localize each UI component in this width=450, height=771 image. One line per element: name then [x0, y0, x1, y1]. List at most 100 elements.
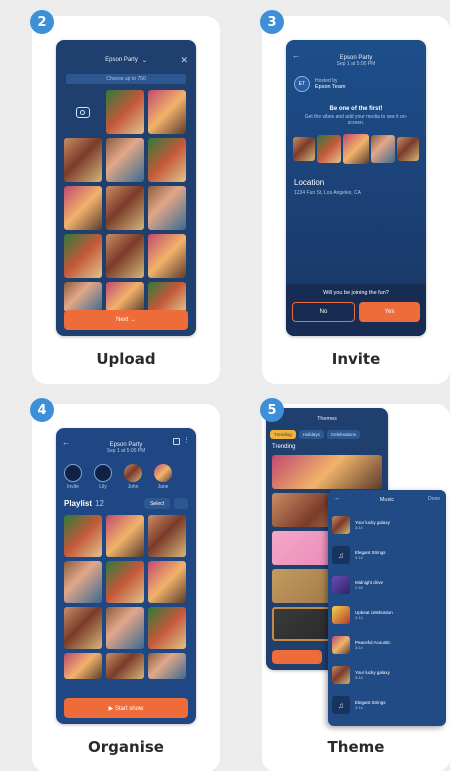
tab-celebrations[interactable]: Celebrations: [326, 430, 361, 439]
location-value: 1234 Fun St, Los Angeles, CA: [294, 190, 361, 196]
playlist-item[interactable]: [64, 653, 102, 679]
no-button[interactable]: No: [292, 302, 355, 322]
upload-card: 2 Epson Party ⌄ ✕ Choose up to 750 Next …: [30, 10, 220, 384]
next-label: Next →: [115, 317, 136, 323]
list-item[interactable]: Your lucky galaxy 3:14: [332, 510, 442, 540]
playlist-item[interactable]: [64, 607, 102, 649]
step-badge: 5: [260, 398, 284, 422]
photo-thumb[interactable]: [106, 138, 144, 182]
playlist-item[interactable]: [106, 607, 144, 649]
list-item[interactable]: Upbeat celebration 3:14: [332, 600, 442, 630]
tab-trending[interactable]: Trending: [270, 430, 296, 439]
upload-header: Epson Party ⌄ ✕: [56, 46, 196, 74]
playlist-item[interactable]: [148, 561, 186, 603]
photo-thumb[interactable]: [148, 282, 186, 312]
theme-tile[interactable]: [272, 455, 382, 489]
select-label: Select: [150, 500, 164, 507]
next-button[interactable]: Next →: [64, 310, 188, 330]
photo-grid: [64, 90, 196, 312]
photo-thumb[interactable]: [106, 282, 144, 312]
invite-body: Get the vibes and add your media to see …: [304, 114, 408, 126]
start-show-label: ▶ Start show: [108, 705, 144, 712]
invite-message: Be one of the first! Get the vibes and a…: [298, 106, 414, 126]
avatar: [94, 464, 112, 482]
list-item[interactable]: Peaceful Acoustic 3:14: [332, 630, 442, 660]
playlist-item[interactable]: [148, 653, 186, 679]
photo-thumb[interactable]: [148, 90, 186, 134]
start-show-button[interactable]: ▶ Start show: [64, 698, 188, 718]
photo-thumb[interactable]: [106, 90, 144, 134]
photo-thumb[interactable]: [148, 186, 186, 230]
person-lily[interactable]: Lily: [94, 464, 112, 490]
photo-thumb[interactable]: [106, 186, 144, 230]
avatar: ET: [294, 76, 310, 92]
host-initials: ET: [298, 81, 306, 87]
sort-button[interactable]: [174, 498, 188, 509]
photo-thumb: [371, 135, 395, 163]
select-button[interactable]: Select: [144, 498, 170, 509]
photo-thumb[interactable]: [148, 234, 186, 278]
person-invite[interactable]: Invite: [64, 464, 82, 490]
photo-thumb[interactable]: [106, 234, 144, 278]
photo-thumb[interactable]: [148, 138, 186, 182]
list-item[interactable]: Your lucky galaxy 3:14: [332, 660, 442, 690]
music-header: ← Music Done: [328, 490, 446, 510]
list-item[interactable]: ♫ Elegant Strings 3:14: [332, 690, 442, 720]
playlist-item[interactable]: [106, 515, 144, 557]
list-item[interactable]: ♫ Elegant Strings 3:14: [332, 540, 442, 570]
themes-header: ← Themes: [266, 408, 388, 430]
playlist-item[interactable]: [148, 515, 186, 557]
playlist-count: 12: [95, 499, 104, 508]
music-panel: ← Music Done Your lucky galaxy 3:14 ♫ El…: [328, 490, 446, 726]
invite-phone-screen: ← Epson Party Sep 1 at 5:00 PM ET Hosted…: [286, 40, 426, 336]
chevron-down-icon[interactable]: ⌄: [142, 57, 147, 64]
step-badge: 3: [260, 10, 284, 34]
theme-tabs: Trending Holidays Celebrations: [270, 430, 384, 439]
step-label: Invite: [331, 350, 381, 368]
photo-thumb[interactable]: [64, 138, 102, 182]
yes-button[interactable]: Yes: [359, 302, 420, 322]
photo-thumb: [317, 135, 341, 163]
organise-header: ← Epson Party Sep 1 at 5:00 PM ⋮: [56, 428, 196, 460]
event-date: Sep 1 at 5:00 PM: [336, 61, 376, 67]
person-jane[interactable]: Jane: [154, 464, 172, 490]
back-icon[interactable]: ←: [62, 438, 70, 447]
invite-icon: [64, 464, 82, 482]
step-label: Upload: [96, 350, 156, 368]
yes-label: Yes: [384, 309, 395, 315]
person-john[interactable]: John: [124, 464, 142, 490]
step-badge: 2: [30, 10, 54, 34]
location-label: Location: [294, 178, 325, 187]
back-icon[interactable]: ←: [292, 51, 300, 60]
photo-thumb[interactable]: [64, 186, 102, 230]
calendar-icon[interactable]: [173, 438, 180, 445]
event-date: Sep 1 at 5:00 PM: [106, 448, 146, 454]
playlist-item[interactable]: [106, 653, 144, 679]
playlist-item[interactable]: [64, 515, 102, 557]
invite-heading: Be one of the first!: [329, 106, 383, 112]
back-icon[interactable]: ←: [334, 495, 341, 502]
playlist-grid: [64, 515, 196, 679]
playlist-item[interactable]: [148, 607, 186, 649]
apply-theme-button[interactable]: [272, 650, 322, 664]
upload-subbar: Choose up to 750: [66, 74, 186, 84]
playlist-item[interactable]: [64, 561, 102, 603]
steps-grid: 2 Epson Party ⌄ ✕ Choose up to 750 Next …: [0, 0, 450, 771]
camera-tile[interactable]: [64, 90, 102, 134]
photo-thumb: [293, 137, 315, 161]
location-block: Location 1234 Fun St, Los Angeles, CA: [294, 178, 418, 196]
host-name: Epson Team: [315, 84, 346, 90]
no-label: No: [319, 309, 328, 315]
more-icon[interactable]: ⋮: [183, 436, 190, 444]
step-label: Theme: [327, 738, 385, 756]
music-done[interactable]: Done: [428, 496, 440, 502]
tab-holidays[interactable]: Holidays: [298, 430, 324, 439]
playlist-item[interactable]: [106, 561, 144, 603]
photo-thumb[interactable]: [64, 282, 102, 312]
host-row: ET Hosted by Epson Team: [294, 76, 418, 92]
list-item[interactable]: Midnight drive 2:45: [332, 570, 442, 600]
close-icon[interactable]: ✕: [180, 55, 188, 66]
organise-card: 4 ← Epson Party Sep 1 at 5:00 PM ⋮ Invit…: [30, 398, 220, 771]
photo-thumb[interactable]: [64, 234, 102, 278]
music-note-icon: ♫: [332, 546, 350, 564]
